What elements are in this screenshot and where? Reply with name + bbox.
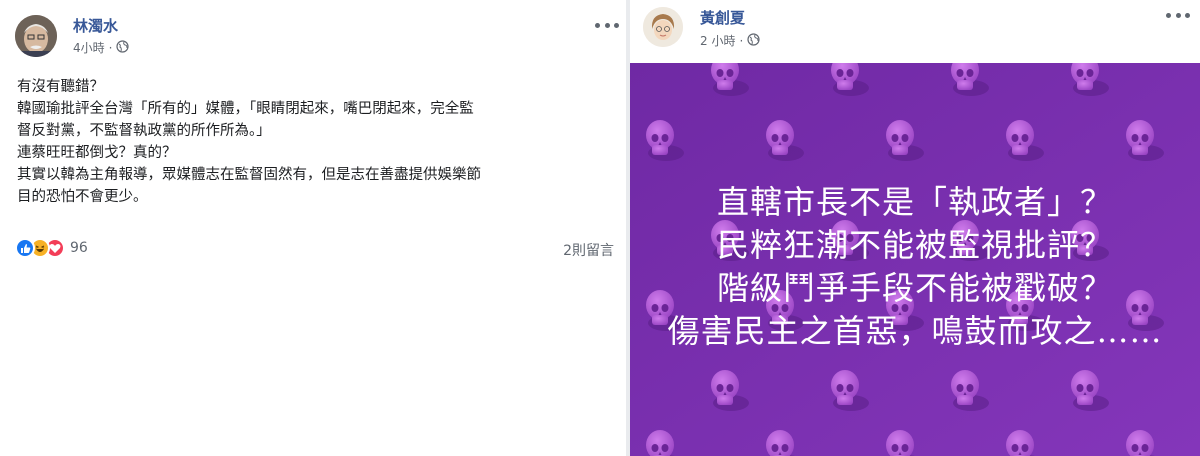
globe-icon: [747, 32, 760, 49]
more-options-icon[interactable]: [595, 20, 619, 30]
post-header: 林濁水 4小時 ·: [0, 0, 626, 64]
post-line: 有沒有聽錯？: [17, 79, 104, 95]
meta-separator: ·: [108, 40, 113, 55]
post-line: 其實以韓為主角報導，眾媒體志在監督固然有，但是志在善盡提供娛樂節: [17, 167, 481, 183]
post-line: 目的恐怕不會更少。: [17, 189, 148, 205]
post-meta: 4小時 ·: [73, 39, 130, 56]
avatar[interactable]: [643, 7, 683, 47]
image-line: 傷害民主之首惡，鳴鼓而攻之……: [667, 312, 1163, 350]
image-caption: 直轄市長不是「執政者」？ 民粹狂潮不能被監視批評？ 階級鬥爭手段不能被戳破？ 傷…: [630, 181, 1200, 353]
post-huang: 黃創夏 2 小時 · 直轄市長不是「執政者」？ 民粹狂潮不能被監視批評？ 階級鬥…: [630, 0, 1200, 456]
image-line: 直轄市長不是「執政者」？: [716, 183, 1113, 221]
image-line: 民粹狂潮不能被監視批評？: [716, 226, 1113, 264]
globe-icon: [116, 39, 130, 56]
post-time[interactable]: 2 小時: [700, 32, 735, 49]
post-image[interactable]: 直轄市長不是「執政者」？ 民粹狂潮不能被監視批評？ 階級鬥爭手段不能被戳破？ 傷…: [630, 63, 1200, 456]
like-icon: [15, 238, 35, 258]
avatar[interactable]: [15, 15, 57, 57]
image-line: 階級鬥爭手段不能被戳破？: [716, 269, 1113, 307]
post-meta: 2 小時 ·: [700, 32, 760, 49]
meta-separator: ·: [739, 33, 744, 48]
post-lin: 林濁水 4小時 · 有沒有聽錯？ 韓國瑜批評全台灣「所有的」媒體，「眼睛閉起來，…: [0, 0, 626, 456]
comment-count-link[interactable]: 2則留言: [563, 240, 614, 260]
author-name[interactable]: 黃創夏: [700, 7, 745, 28]
post-line: 督反對黨，不監督執政黨的所作所為。」: [17, 123, 271, 139]
post-line: 韓國瑜批評全台灣「所有的」媒體，「眼睛閉起來，嘴巴閉起來，完全監: [17, 101, 474, 117]
more-options-icon[interactable]: [1166, 10, 1190, 20]
post-text: 有沒有聽錯？ 韓國瑜批評全台灣「所有的」媒體，「眼睛閉起來，嘴巴閉起來，完全監 …: [17, 76, 617, 208]
reaction-count: 96: [70, 240, 88, 256]
post-line: 連蔡旺旺都倒戈？真的？: [17, 145, 177, 161]
author-name[interactable]: 林濁水: [73, 15, 118, 36]
reaction-summary[interactable]: 96: [15, 238, 88, 258]
post-header: 黃創夏 2 小時 ·: [630, 0, 1200, 64]
post-time[interactable]: 4小時: [73, 39, 105, 56]
